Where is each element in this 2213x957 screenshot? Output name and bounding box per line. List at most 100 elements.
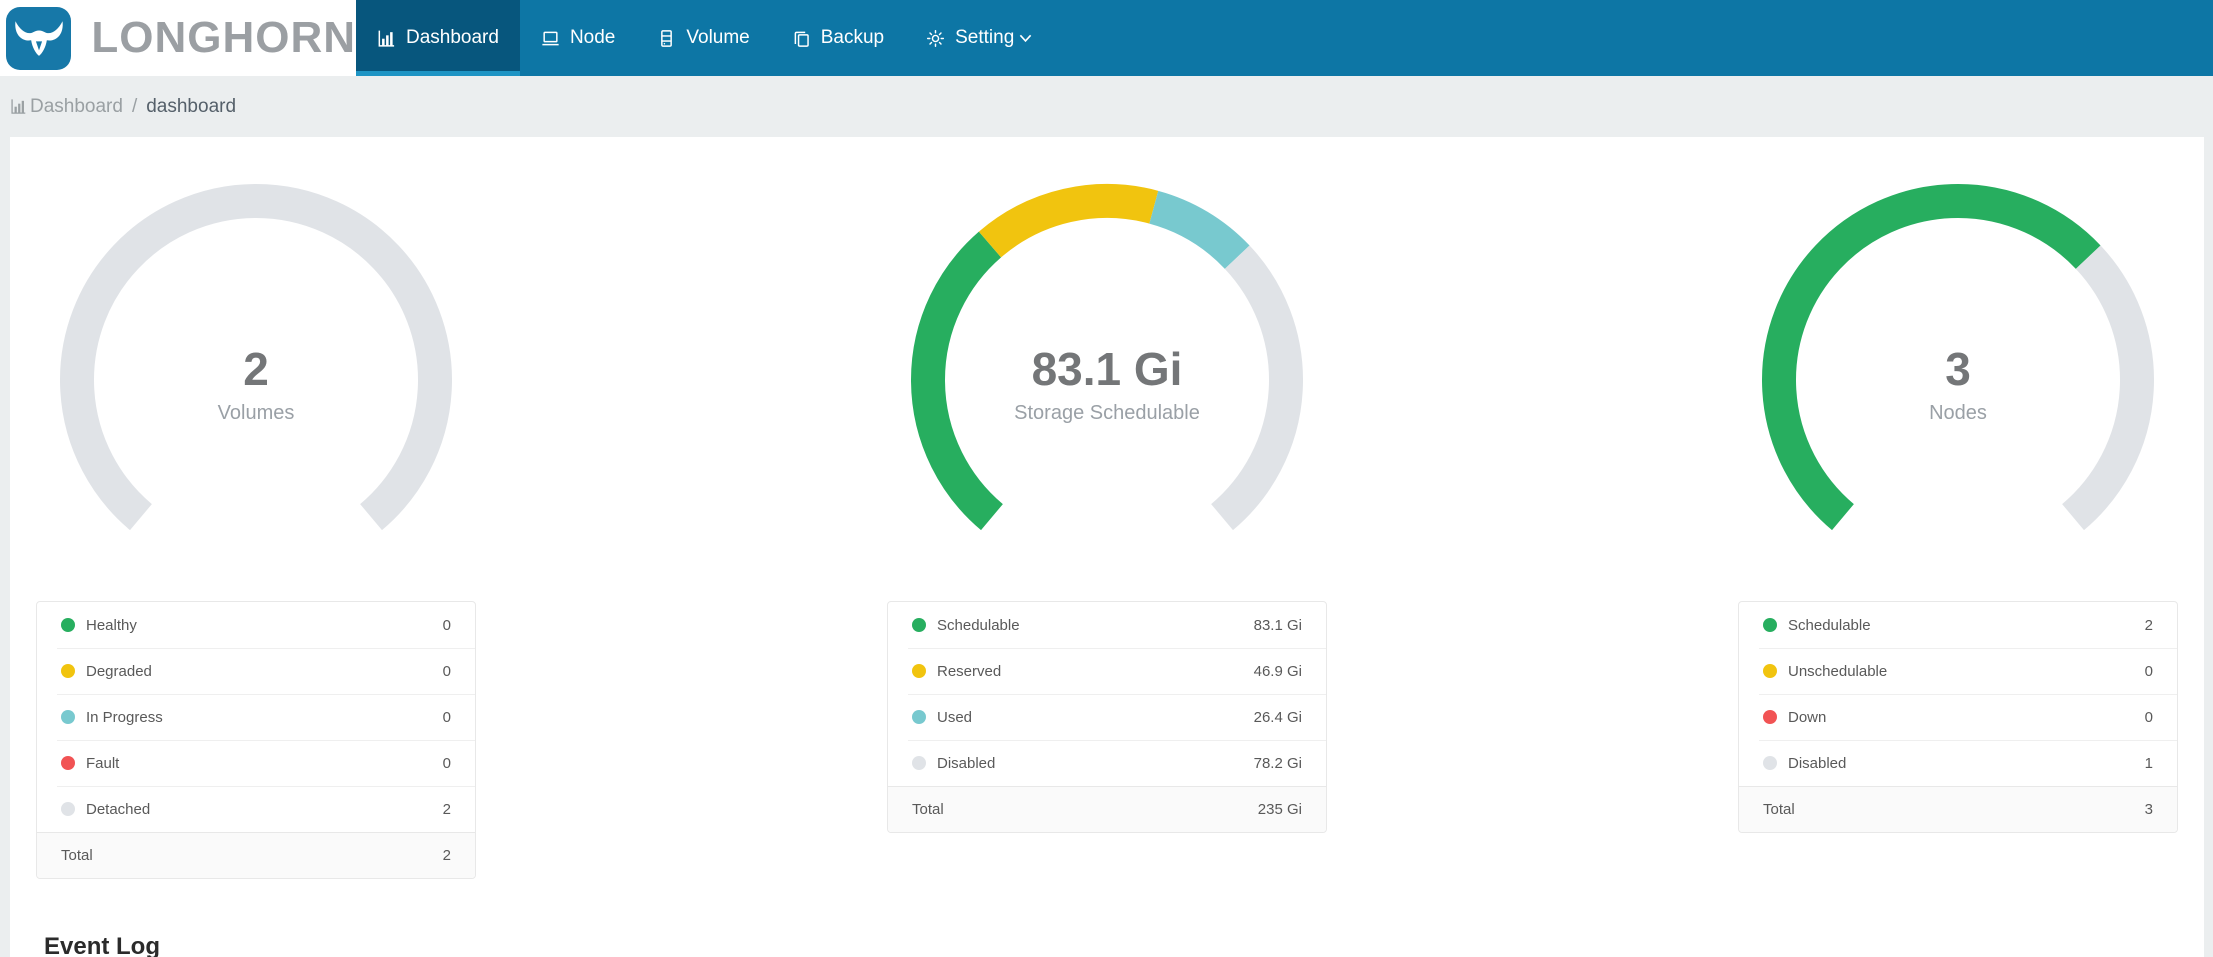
legend-value: 0 <box>442 754 451 772</box>
gauge-center-value: 2 <box>243 343 269 395</box>
legend-label: Unschedulable <box>1788 662 1888 680</box>
legend-value: 78.2 Gi <box>1253 754 1302 772</box>
database-icon <box>657 29 676 48</box>
legend-label: Schedulable <box>1788 616 1871 634</box>
brand-name: LONGHORN <box>91 13 356 62</box>
donut-gauge: 2 Volumes <box>46 181 466 535</box>
legend-value: 1 <box>2144 754 2153 772</box>
legend-value: 0 <box>442 616 451 634</box>
legend-row-schedulable: Schedulable 2 <box>1739 602 2177 648</box>
gear-icon <box>926 29 945 48</box>
breadcrumb-current-page: dashboard <box>146 95 237 117</box>
legend-value: 26.4 Gi <box>1253 708 1302 726</box>
gauge-center-label: Storage Schedulable <box>1014 402 1200 424</box>
legend-total-row: Total 2 <box>37 832 475 878</box>
legend-label: Fault <box>86 754 120 772</box>
donut-gauge: 3 Nodes <box>1748 181 2168 535</box>
legend-row-healthy: Healthy 0 <box>37 602 475 648</box>
legend-value: 0 <box>2144 708 2153 726</box>
nav-item-node[interactable]: Node <box>520 0 636 76</box>
copy-icon <box>792 29 811 48</box>
legend-row-disabled: Disabled 78.2 Gi <box>888 740 1326 786</box>
main-nav: Dashboard Node Volume Backup Setting <box>356 0 1053 76</box>
legend-row-detached: Detached 2 <box>37 786 475 832</box>
legend-value: 83.1 Gi <box>1253 616 1302 634</box>
legend-row-in-progress: In Progress 0 <box>37 694 475 740</box>
legend-table: Schedulable 2 Unschedulable 0 Down 0 Disabled 1… <box>1738 601 2178 833</box>
gauge-center-value: 3 <box>1945 343 1971 395</box>
legend-dot-schedulable <box>1763 618 1777 632</box>
legend-row-degraded: Degraded 0 <box>37 648 475 694</box>
legend-label: In Progress <box>86 708 163 726</box>
legend-label: Schedulable <box>937 616 1020 634</box>
chart-unit: 3 Nodes Schedulable 2 Unschedulable 0 Down 0 D… <box>1738 181 2178 879</box>
legend-row-fault: Fault 0 <box>37 740 475 786</box>
top-navigation-bar: LONGHORN Dashboard Node Volume Backup Se… <box>0 0 2213 76</box>
legend-label: Degraded <box>86 662 152 680</box>
brand-area: LONGHORN <box>0 0 356 76</box>
gauge-center-value: 83.1 Gi <box>1032 343 1183 395</box>
breadcrumb-link-dashboard[interactable]: Dashboard <box>30 96 123 118</box>
legend-value: 0 <box>442 662 451 680</box>
total-label: Total <box>912 801 944 818</box>
legend-dot-reserved <box>912 664 926 678</box>
nav-item-label: Node <box>569 27 616 48</box>
legend-row-reserved: Reserved 46.9 Gi <box>888 648 1326 694</box>
gauge-charts-row: 2 Volumes Healthy 0 Degraded 0 In Progress 0 F… <box>36 181 2178 879</box>
legend-label: Disabled <box>1788 754 1847 772</box>
legend-dot-disabled <box>1763 756 1777 770</box>
bar-chart-icon <box>377 29 396 48</box>
legend-row-unschedulable: Unschedulable 0 <box>1739 648 2177 694</box>
legend-label: Reserved <box>937 662 1002 680</box>
breadcrumb-separator: / <box>131 95 138 117</box>
laptop-icon <box>541 29 560 48</box>
nav-item-label: Backup <box>820 27 885 48</box>
legend-dot-unschedulable <box>1763 664 1777 678</box>
dashboard-content-card: 2 Volumes Healthy 0 Degraded 0 In Progress 0 F… <box>10 137 2204 957</box>
nav-item-backup[interactable]: Backup <box>771 0 905 76</box>
chevron-down-icon <box>1019 34 1032 43</box>
legend-table: Schedulable 83.1 Gi Reserved 46.9 Gi Used 26.… <box>887 601 1327 833</box>
nav-item-volume[interactable]: Volume <box>636 0 770 76</box>
bull-head-icon <box>14 21 63 56</box>
nav-item-label: Setting <box>955 27 1015 48</box>
longhorn-logo[interactable] <box>6 6 72 70</box>
chart-unit: 83.1 Gi Storage Schedulable Schedulable 8… <box>887 181 1327 879</box>
nav-item-setting[interactable]: Setting <box>905 0 1053 76</box>
legend-label: Used <box>937 708 973 726</box>
legend-dot-schedulable <box>912 618 926 632</box>
total-label: Total <box>1763 801 1795 818</box>
legend-dot-fault <box>61 756 75 770</box>
nav-item-dashboard[interactable]: Dashboard <box>356 0 520 76</box>
legend-label: Disabled <box>937 754 996 772</box>
gauge-segment-disabled <box>1210 245 1303 531</box>
legend-dot-in-progress <box>61 710 75 724</box>
legend-row-down: Down 0 <box>1739 694 2177 740</box>
gauge-segment-schedulable <box>1762 184 2101 531</box>
legend-row-schedulable: Schedulable 83.1 Gi <box>888 602 1326 648</box>
bar-chart-icon <box>10 98 27 115</box>
chart-unit: 2 Volumes Healthy 0 Degraded 0 In Progress 0 F… <box>36 181 476 879</box>
legend-value: 46.9 Gi <box>1253 662 1302 680</box>
legend-value: 0 <box>442 708 451 726</box>
breadcrumb: Dashboard / dashboard <box>0 76 2213 137</box>
legend-dot-used <box>912 710 926 724</box>
legend-dot-detached <box>61 802 75 816</box>
legend-total-row: Total 235 Gi <box>888 786 1326 832</box>
gauge-center-label: Nodes <box>1929 402 1987 424</box>
legend-dot-disabled <box>912 756 926 770</box>
legend-row-disabled: Disabled 1 <box>1739 740 2177 786</box>
gauge-center-label: Volumes <box>218 402 295 424</box>
gauge-segment-schedulable <box>911 231 1004 531</box>
legend-label: Down <box>1788 708 1827 726</box>
donut-gauge: 83.1 Gi Storage Schedulable <box>897 181 1317 535</box>
gauge-segment-reserved <box>978 184 1159 258</box>
legend-row-used: Used 26.4 Gi <box>888 694 1326 740</box>
total-value: 235 Gi <box>1257 801 1302 818</box>
total-value: 2 <box>442 847 451 864</box>
total-label: Total <box>61 847 93 864</box>
legend-dot-down <box>1763 710 1777 724</box>
legend-value: 2 <box>442 800 451 818</box>
legend-value: 2 <box>2144 616 2153 634</box>
legend-label: Detached <box>86 800 151 818</box>
